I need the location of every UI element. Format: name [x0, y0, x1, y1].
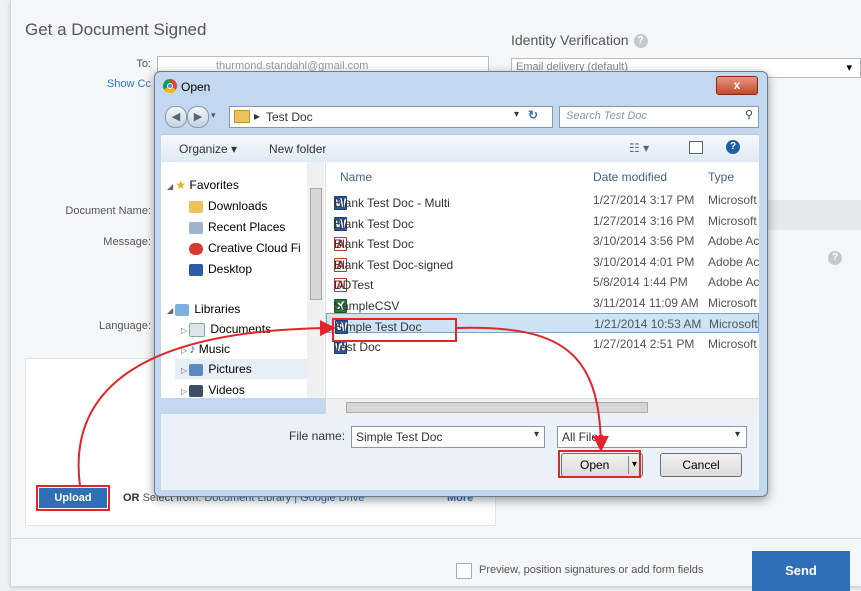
arrow-upload-to-file — [77, 320, 336, 487]
arrow-file-to-open — [455, 326, 609, 452]
annotation-arrows — [77, 320, 609, 487]
